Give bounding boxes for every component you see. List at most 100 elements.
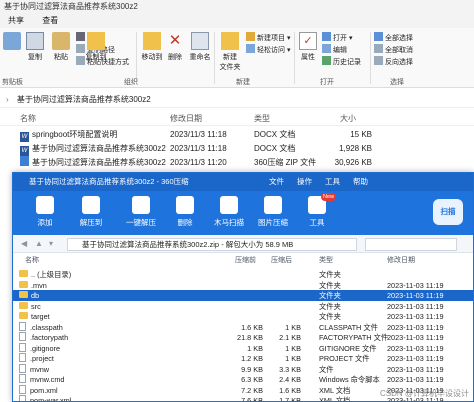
zip-row-name-text: pom-war.xml xyxy=(30,396,72,402)
zip-row[interactable]: .project 1.2 KB 1 KB PROJECT 文件 2023-11-03 1… xyxy=(13,353,473,364)
virus-scan-label: 木马扫描 xyxy=(214,218,244,227)
zip-row-before: 21.8 KB xyxy=(237,333,263,342)
zip-row-name: pom-war.xml xyxy=(19,395,72,402)
zip-row-before: 6.3 KB xyxy=(241,375,263,384)
zip-row[interactable]: mvnw.cmd 6.3 KB 2.4 KB Windows 命令脚本 2023-11-… xyxy=(13,374,473,385)
zip-row-date: 2023-11-03 11:19 xyxy=(387,291,444,300)
menu-operate[interactable]: 操作 xyxy=(297,173,312,191)
menu-file[interactable]: 文件 xyxy=(269,173,284,191)
rename-icon xyxy=(191,32,209,50)
col-date[interactable]: 修改日期 xyxy=(170,112,202,126)
zip-row[interactable]: target 文件夹 2023-11-03 11:19 xyxy=(13,311,473,322)
zip-col-name[interactable]: 名称 xyxy=(25,255,39,267)
delete-button[interactable]: ✕ 删除 xyxy=(164,32,186,62)
virus-scan-button[interactable]: 木马扫描 xyxy=(209,196,249,228)
zip-path-field[interactable]: 基于协同过滤算法商品推荐系统300z2.zip - 解包大小为 58.9 MB xyxy=(67,238,357,251)
properties-button[interactable]: ✓ 属性 xyxy=(298,32,318,62)
image-compress-label: 图片压缩 xyxy=(258,218,288,227)
folder-icon xyxy=(19,270,28,277)
zip-row[interactable]: mvnw 9.9 KB 3.3 KB 文件 2023-11-03 11:19 xyxy=(13,363,473,375)
file-row[interactable]: Wspringboot环境配置说明 2023/11/3 11:18 DOCX 文… xyxy=(0,128,474,142)
move-to-label: 移动到 xyxy=(141,54,163,61)
col-type[interactable]: 类型 xyxy=(254,112,270,126)
tab-view[interactable]: 查看 xyxy=(34,14,66,28)
zip-row-type: CLASSPATH 文件 xyxy=(319,322,378,332)
csdn-watermark: CSDN @计算机毕设设计 xyxy=(379,389,469,398)
delete-archive-label: 删除 xyxy=(177,218,193,227)
zip-row-type: 文件夹 xyxy=(319,291,341,300)
ribbon: 复制 粘贴 剪切 复制路径 粘贴快捷方式 剪贴板 移动到 复制到 ✕ 删除 重命… xyxy=(0,28,474,88)
delete-x-icon: ✕ xyxy=(168,32,182,49)
zip-row[interactable]: .mvn 文件夹 2023-11-03 11:19 xyxy=(13,280,473,291)
rename-button[interactable]: 重命名 xyxy=(188,32,212,62)
zip-row[interactable]: .. (上级目录) 文件夹 xyxy=(13,269,473,280)
tab-share[interactable]: 共享 xyxy=(0,14,32,28)
paste-button[interactable]: 粘贴 xyxy=(52,32,70,62)
zip-row-before: 9.9 KB xyxy=(241,364,263,374)
zip-row-name: .. (上级目录) xyxy=(19,269,71,280)
new-folder-button[interactable]: 新建 文件夹 xyxy=(218,32,242,72)
properties-check-icon: ✓ xyxy=(299,32,317,50)
menu-help[interactable]: 帮助 xyxy=(353,173,368,191)
file-icon xyxy=(19,353,26,362)
file-row[interactable]: 基于协同过滤算法商品推荐系统300z2 2023/11/3 11:20 360压… xyxy=(0,156,474,169)
delete-archive-button[interactable]: 删除 xyxy=(165,196,205,228)
zip-row-name-text: .gitignore xyxy=(30,343,61,353)
copy-to-label: 复制到 xyxy=(85,54,107,61)
menu-tools[interactable]: 工具 xyxy=(325,173,340,191)
history-button[interactable]: 历史记录 xyxy=(322,56,361,69)
zip-row-type: XML 文档 xyxy=(319,396,351,402)
zip-row-name-text: mvnw xyxy=(30,364,50,374)
file-name-text: springboot环境配置说明 xyxy=(32,130,118,139)
new-folder-icon xyxy=(221,32,239,50)
file-type: DOCX 文档 xyxy=(254,144,296,153)
group-open: 打开 xyxy=(320,79,334,86)
col-name[interactable]: 名称 xyxy=(20,112,36,126)
move-to-button[interactable]: 移动到 xyxy=(140,32,164,62)
invert-selection-button[interactable]: 反向选择 xyxy=(374,56,413,69)
zip-row-date: 2023-11-03 11:19 xyxy=(387,312,444,321)
zip-row-name: db xyxy=(19,290,39,301)
chevron-right-icon: › xyxy=(6,95,9,104)
word-doc-icon: W xyxy=(20,146,29,156)
zip-row[interactable]: src 文件夹 2023-11-03 11:19 xyxy=(13,301,473,312)
dropdown-icon[interactable]: ▾ xyxy=(49,235,53,253)
back-arrow-icon[interactable]: ◀ xyxy=(21,235,27,253)
file-name-text: 基于协同过滤算法商品推荐系统300z2 xyxy=(32,158,166,167)
zip-row[interactable]: .factorypath 21.8 KB 2.1 KB FACTORYPATH 文件 2… xyxy=(13,332,473,343)
zip-row-name: mvnw xyxy=(19,363,50,375)
copy-button[interactable]: 复制 xyxy=(26,32,44,62)
easy-access-button[interactable]: 轻松访问 ▾ xyxy=(246,44,290,57)
zip-row-date: 2023-11-03 11:19 xyxy=(387,333,444,342)
file-icon xyxy=(19,342,26,352)
tools-button[interactable]: 工具 New xyxy=(297,193,337,228)
zip-search-input[interactable] xyxy=(365,238,457,251)
pin-quick-access-button[interactable] xyxy=(2,32,22,52)
address-bar[interactable]: › 基于协同过滤算法商品推荐系统300z2 xyxy=(0,92,474,108)
group-new: 新建 xyxy=(236,79,250,86)
copy-to-button[interactable]: 复制到 xyxy=(84,32,108,62)
zip-row-name-text: pom.xml xyxy=(30,385,58,395)
zip-row[interactable]: .gitignore 1 KB 1 KB GITIGNORE 文件 2023-11-03… xyxy=(13,342,473,354)
zip-col-type[interactable]: 类型 xyxy=(319,255,333,267)
file-row[interactable]: W 基于协同过滤算法商品推荐系统300z2 2023/11/3 11:18 DOC… xyxy=(0,142,474,156)
scan-button[interactable]: 扫描 xyxy=(433,199,463,225)
zip-row-after: 2.1 KB xyxy=(279,333,301,342)
extract-button[interactable]: 解压到 xyxy=(71,196,111,228)
one-click-extract-button[interactable]: 一键解压 xyxy=(121,196,161,228)
up-arrow-icon[interactable]: ▲ xyxy=(35,235,43,253)
file-list-header: 名称 修改日期 类型 大小 xyxy=(0,112,474,126)
zip-col-after[interactable]: 压缩后 xyxy=(271,255,292,267)
zip-row[interactable]: db 文件夹 2023-11-03 11:19 xyxy=(13,290,473,301)
zip-col-date[interactable]: 修改日期 xyxy=(387,255,415,267)
zip-col-before[interactable]: 压缩前 xyxy=(235,255,256,267)
add-label: 添加 xyxy=(37,218,53,227)
col-size[interactable]: 大小 xyxy=(340,112,356,126)
open-icon xyxy=(322,32,331,41)
zip-row[interactable]: .classpath 1.6 KB 1 KB CLASSPATH 文件 2023-11-… xyxy=(13,321,473,333)
new-badge: New xyxy=(321,193,337,201)
image-compress-button[interactable]: 图片压缩 xyxy=(253,196,293,228)
file-date: 2023/11/3 11:20 xyxy=(170,158,227,167)
zip-row-after: 1 KB xyxy=(285,354,301,363)
add-button[interactable]: 添加 xyxy=(25,196,65,228)
